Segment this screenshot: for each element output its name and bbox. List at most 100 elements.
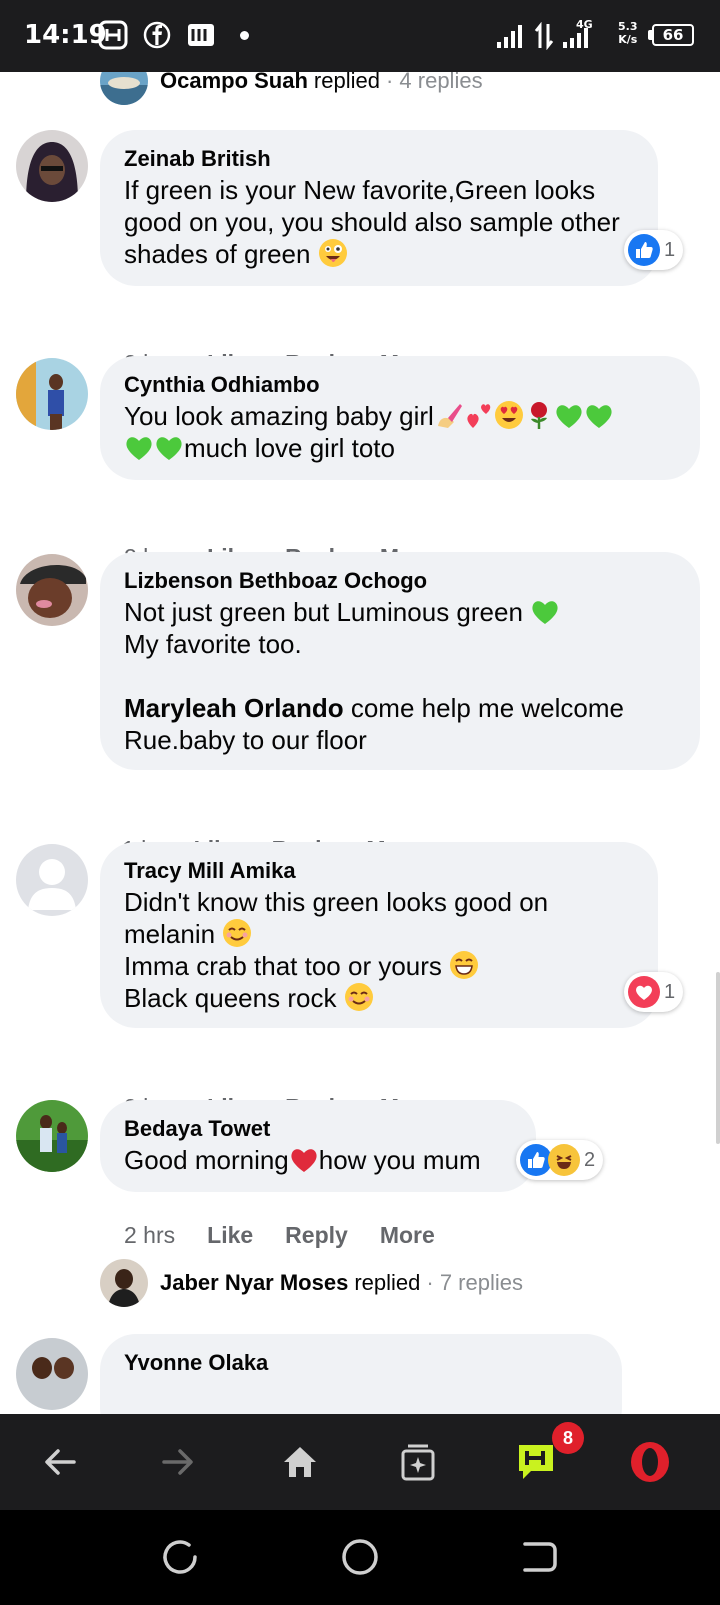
notification-dot: [240, 31, 249, 40]
comment-author[interactable]: Cynthia Odhiambo: [124, 370, 678, 400]
avatar[interactable]: [16, 844, 88, 916]
back-button[interactable]: [30, 1432, 90, 1492]
comment-text: Good morning how you mum: [124, 1144, 514, 1176]
comment-text: You look amazing baby girl much love girl…: [124, 400, 678, 464]
love-reaction-icon: [628, 976, 660, 1008]
reaction-count: 1: [664, 980, 676, 1003]
comment-text-part: Didn't know this green looks good on: [124, 887, 549, 917]
comment-author[interactable]: Bedaya Towet: [124, 1114, 514, 1144]
scrollbar[interactable]: [716, 972, 720, 1144]
comment-text-part: how you mum: [318, 1145, 481, 1175]
opera-logo-icon: [631, 1442, 669, 1482]
browser-toolbar: [0, 1414, 720, 1510]
facebook-icon: [143, 21, 171, 49]
reply-author: Jaber Nyar Moses: [160, 1270, 349, 1295]
view-replies-row[interactable]: Jaber Nyar Moses replied · 7 replies: [100, 1258, 523, 1308]
recent-apps-icon[interactable]: [155, 1532, 205, 1582]
system-navigation-bar: [0, 1510, 720, 1605]
net-speed-unit: K/s: [618, 33, 638, 46]
comment-bubble[interactable]: Lizbenson Bethboaz Ochogo Not just green…: [100, 552, 700, 770]
comment-text-part: much love girl toto: [184, 433, 395, 463]
like-reaction-icon: [628, 234, 660, 266]
comment-author[interactable]: Zeinab British: [124, 144, 636, 174]
comment-author[interactable]: Yvonne Olaka: [124, 1348, 600, 1378]
avatar[interactable]: [16, 1338, 88, 1410]
avatar: [100, 72, 148, 105]
comment-feed[interactable]: Ocampo Suah replied · 4 replies Zeinab B…: [0, 72, 720, 1414]
comment-bubble[interactable]: Yvonne Olaka: [100, 1334, 622, 1414]
reaction-count: 2: [584, 1148, 596, 1171]
comment-bubble[interactable]: Tracy Mill Amika Didn't know this green …: [100, 842, 658, 1028]
heart-eyes-emoji-icon: [494, 401, 523, 429]
green-heart-emoji-icon: [126, 437, 152, 460]
nail-polish-emoji-icon: [437, 404, 462, 428]
comment-text: Didn't know this green looks good on mela…: [124, 886, 636, 1014]
view-replies-row[interactable]: Ocampo Suah replied · 4 replies: [100, 72, 483, 106]
data-transfer-icon: [534, 22, 554, 50]
comment-text-part: Good morning: [124, 1145, 289, 1175]
two-hearts-emoji-icon: [467, 404, 491, 428]
home-icon: [284, 1447, 316, 1477]
comment-text-part: Imma crab that too or yours: [124, 951, 442, 981]
mention-link[interactable]: Maryleah Orlando: [124, 693, 344, 723]
crazy-face-emoji-icon: [318, 239, 347, 267]
opera-menu-button[interactable]: [620, 1432, 680, 1492]
reaction-summary[interactable]: 2: [516, 1140, 604, 1180]
comment-author[interactable]: Tracy Mill Amika: [124, 856, 636, 886]
comment-author[interactable]: Lizbenson Bethboaz Ochogo: [124, 566, 678, 596]
comment-text: If green is your New favorite,Green look…: [124, 174, 636, 270]
more-button[interactable]: More: [380, 1222, 435, 1249]
rose-emoji-icon: [530, 402, 547, 429]
smiling-blush-emoji-icon: [223, 919, 252, 947]
green-heart-emoji-icon: [532, 601, 558, 624]
reply-button[interactable]: Reply: [285, 1222, 348, 1249]
net-speed: 5.3 K/s: [618, 20, 638, 46]
net-speed-value: 5.3: [618, 20, 638, 33]
reply-verb: replied: [354, 1270, 421, 1295]
grinning-emoji-icon: [450, 951, 479, 979]
forward-button[interactable]: [148, 1432, 208, 1492]
like-button[interactable]: Like: [207, 1222, 253, 1249]
reaction-summary[interactable]: 1: [624, 972, 684, 1012]
comment-time: 2 hrs: [124, 1222, 176, 1248]
reply-author: Ocampo Suah: [160, 72, 308, 93]
comment-text-part: My favorite too.: [124, 629, 302, 659]
tabs-icon: [401, 1444, 435, 1481]
avatar: [100, 1259, 148, 1307]
status-time: 14:19: [24, 20, 107, 50]
app-notification-icon: [98, 20, 128, 50]
green-heart-emoji-icon: [586, 405, 612, 428]
green-heart-emoji-icon: [156, 437, 182, 460]
system-back-icon[interactable]: [515, 1532, 565, 1582]
comment-text-part: You look amazing baby girl: [124, 401, 434, 431]
comment-actions: 2 hrs Like Reply More: [124, 1222, 467, 1249]
avatar[interactable]: [16, 1100, 88, 1172]
hub-notification-badge: 8: [552, 1422, 584, 1454]
status-bar: 14:19 4G 5.3 K/s 66: [0, 0, 720, 72]
comment-bubble[interactable]: Cynthia Odhiambo You look amazing baby g…: [100, 356, 700, 480]
battery-icon: 66: [652, 24, 694, 46]
comment-bubble[interactable]: Bedaya Towet Good morning how you mum: [100, 1100, 536, 1192]
comment-text: Not just green but Luminous green My fav…: [124, 596, 678, 756]
arrow-right-icon: [162, 1449, 193, 1475]
avatar[interactable]: [16, 554, 88, 626]
reaction-summary[interactable]: 1: [624, 230, 684, 270]
comment-bubble[interactable]: Zeinab British If green is your New favo…: [100, 130, 658, 286]
comment-text-part: Black queens rock: [124, 983, 337, 1013]
comment-text-body: If green is your New favorite,Green look…: [124, 175, 628, 269]
arrow-left-icon: [45, 1449, 76, 1475]
comment-text-part: Not just green but Luminous green: [124, 597, 523, 627]
signal-icon: [497, 25, 522, 48]
avatar[interactable]: [16, 358, 88, 430]
reply-count: · 7 replies: [426, 1270, 523, 1295]
tabs-button[interactable]: [388, 1432, 448, 1492]
hub-chat-icon: [519, 1445, 553, 1479]
home-button[interactable]: [270, 1432, 330, 1492]
reaction-count: 1: [664, 238, 676, 261]
news-app-icon: [188, 24, 214, 46]
haha-reaction-icon: [548, 1144, 580, 1176]
signal-4g-icon: [563, 28, 588, 48]
system-home-icon[interactable]: [335, 1532, 385, 1582]
avatar[interactable]: [16, 130, 88, 202]
reply-count: · 4 replies: [385, 72, 483, 93]
